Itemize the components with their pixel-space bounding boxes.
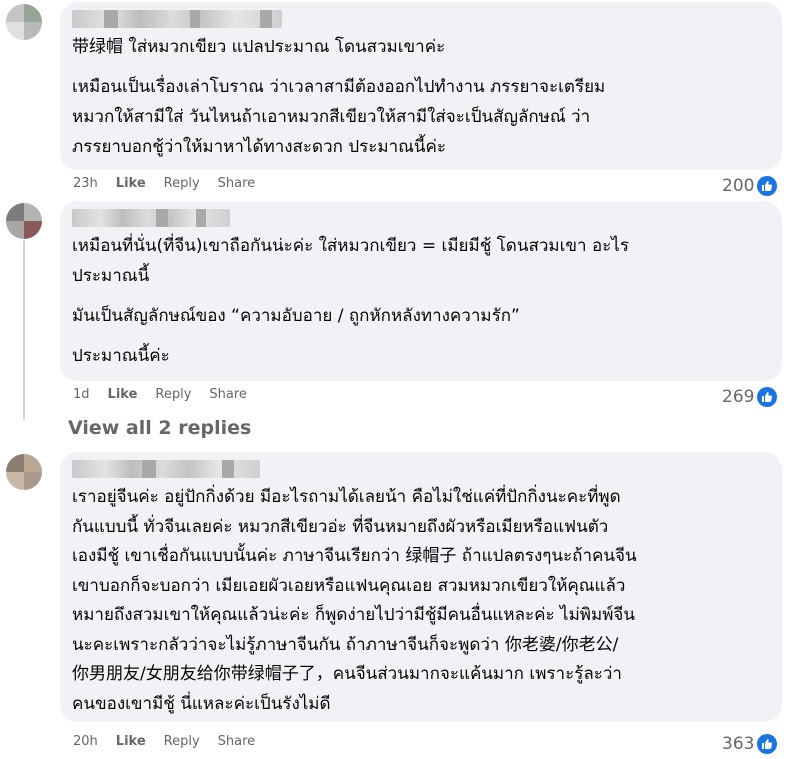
comment-timestamp[interactable]: 20h	[73, 734, 98, 749]
reaction-count[interactable]: 363	[722, 733, 779, 755]
comment-line: หมวกให้สามีใส่ วันไหนถ้าเอาหมวกสีเขียวให…	[72, 107, 591, 127]
commenter-name[interactable]	[72, 460, 260, 478]
reaction-count[interactable]: 200	[722, 175, 779, 197]
like-reaction-icon	[756, 733, 779, 755]
comment-line: เหมือนเป็นเรื่องเล่าโบราณ ว่าเวลาสามีต้อ…	[72, 77, 606, 97]
share-button[interactable]: Share	[218, 176, 256, 191]
avatar[interactable]	[6, 4, 42, 40]
comment-line: ประมาณนี้ค่ะ	[72, 346, 170, 366]
comment-line	[72, 331, 629, 341]
reply-button[interactable]: Reply	[164, 734, 200, 749]
comment-text: 带绿帽 ใส่หมวกเขียว แปลประมาณ โดนสวมเขาค่ะ …	[72, 32, 605, 162]
comment-timestamp[interactable]: 23h	[73, 176, 98, 191]
like-reaction-icon	[756, 175, 779, 197]
comment-text: เราอยู่จีนค่ะ อยู่ปักกิ่งด้วย มีอะไรถามไ…	[72, 483, 637, 719]
like-button[interactable]: Like	[108, 387, 138, 402]
reaction-count-value: 363	[722, 734, 755, 754]
commenter-name[interactable]	[72, 209, 230, 227]
comment-actions: 20h Like Reply Share	[73, 734, 255, 749]
comment-line	[72, 62, 605, 72]
like-button[interactable]: Like	[116, 176, 146, 191]
reaction-count-value: 200	[722, 176, 755, 196]
like-button[interactable]: Like	[116, 734, 146, 749]
comment-actions: 1d Like Reply Share	[73, 387, 247, 402]
comment-line: ภรรยาบอกชู้ว่าให้มาหาได้ทางสะดวก ประมาณน…	[72, 137, 447, 157]
comment-line: ประมาณนี้	[72, 266, 150, 286]
comment-line: 带绿帽 ใส่หมวกเขียว แปลประมาณ โดนสวมเขาค่ะ	[72, 37, 446, 57]
comment-line: กันแบบนี้ ทั่วจีนเลยค่ะ หมวกสีเขียวอ่ะ ท…	[72, 516, 609, 537]
comment-line: คนของเขามีชู้ นี่แหละค่ะเป็นรังไม่ดี	[72, 693, 331, 714]
comment-line: นะคะเพราะกลัวว่าจะไม่รู้ภาษาจีนกัน ถ้าภา…	[72, 634, 619, 655]
comment-line: เหมือนที่นั่น(ที่จีน)เขาถือกันน่ะค่ะ ใส่…	[72, 236, 629, 256]
comment-line: เราอยู่จีนค่ะ อยู่ปักกิ่งด้วย มีอะไรถามไ…	[72, 487, 621, 507]
avatar[interactable]	[6, 203, 42, 239]
comment-line: 你男朋友/女朋友给你带绿帽子了，คนจีนส่วนมากจะแค้นมาก เพ…	[72, 664, 622, 684]
thread-connector	[23, 240, 25, 420]
view-all-replies-link[interactable]: View all 2 replies	[68, 417, 251, 439]
reaction-count[interactable]: 269	[722, 386, 779, 408]
commenter-name[interactable]	[72, 10, 282, 28]
share-button[interactable]: Share	[218, 734, 256, 749]
like-reaction-icon	[756, 386, 779, 408]
comment-line: เองมีชู้ เขาเชื่อกันแบบนั้นค่ะ ภาษาจีนเร…	[72, 546, 637, 566]
reaction-count-value: 269	[722, 387, 755, 407]
avatar[interactable]	[6, 454, 42, 490]
comment-line: มันเป็นสัญลักษณ์ของ “ความอับอาย / ถูกหัก…	[72, 306, 520, 326]
comment-line	[72, 291, 629, 301]
reply-button[interactable]: Reply	[164, 176, 200, 191]
comment-timestamp[interactable]: 1d	[73, 387, 90, 402]
comment-line: เขาบอกก็จะบอกว่า เมียเอยผัวเอยหรือแฟนคุณ…	[72, 575, 626, 596]
reply-button[interactable]: Reply	[155, 387, 191, 402]
comment-text: เหมือนที่นั่น(ที่จีน)เขาถือกันน่ะค่ะ ใส่…	[72, 231, 629, 371]
comment-line: หมายถึงสวมเขาให้คุณแล้วน่ะค่ะ ก็พูดง่ายไ…	[72, 605, 635, 625]
comment-actions: 23h Like Reply Share	[73, 176, 255, 191]
share-button[interactable]: Share	[209, 387, 247, 402]
